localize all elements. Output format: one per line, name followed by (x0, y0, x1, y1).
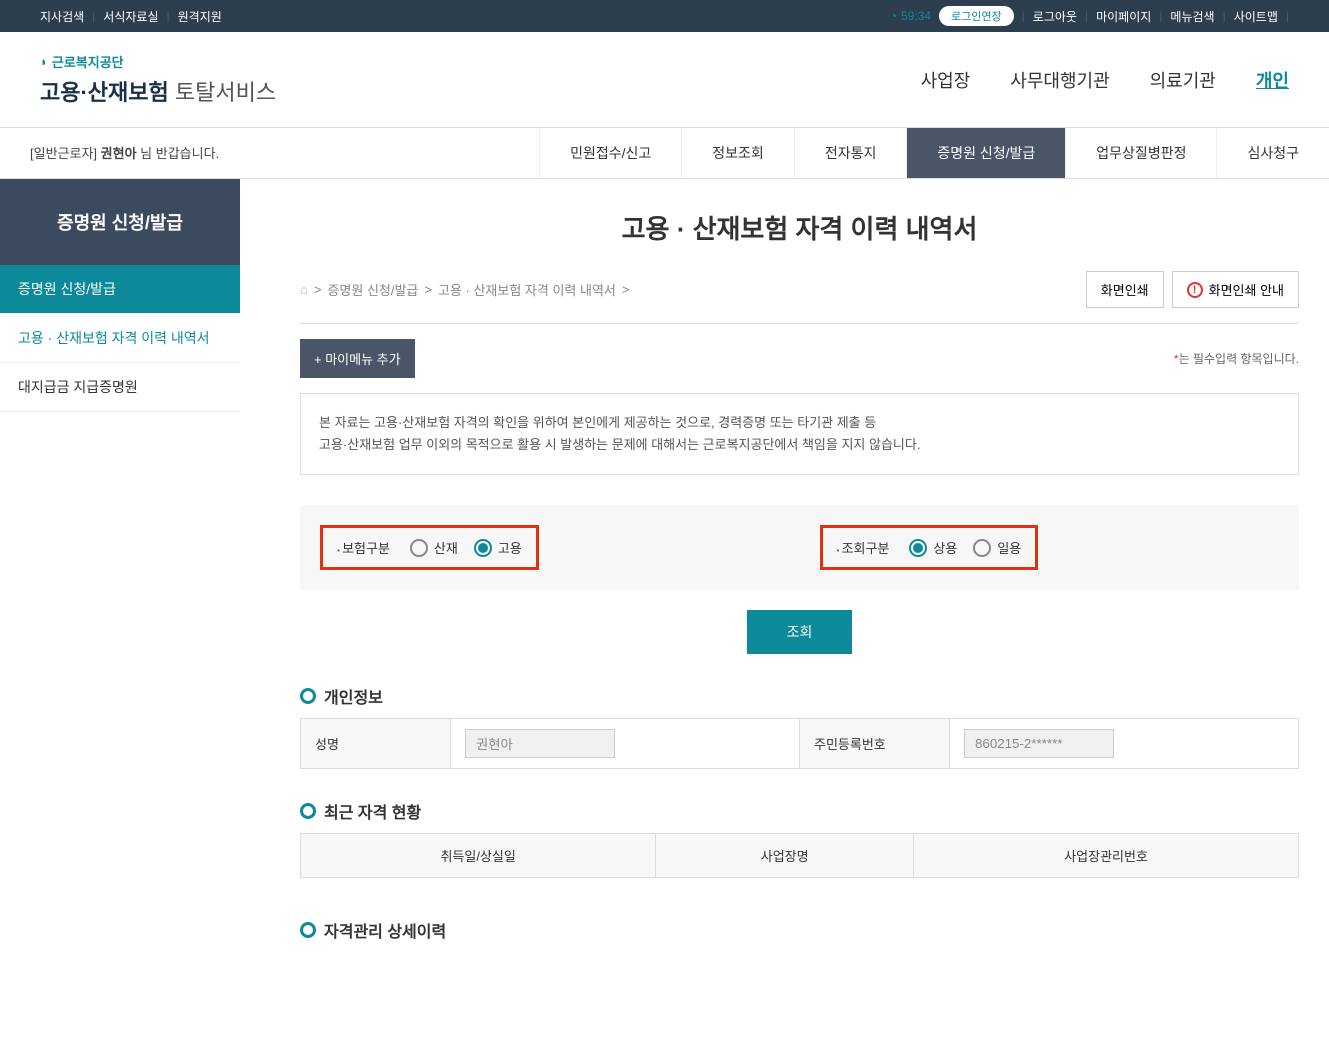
subnav-notice[interactable]: 전자통지 (794, 128, 907, 178)
top-link-logout[interactable]: 로그아웃 (1033, 8, 1077, 25)
input-rrn (964, 729, 1114, 758)
section-recent-status: 최근 자격 현황 (300, 799, 1299, 823)
session-timer: ◔59:34 (890, 9, 931, 23)
logo[interactable]: ◗근로복지공단 고용·산재보험 토탈서비스 (40, 52, 276, 107)
top-link-remote[interactable]: 원격지원 (178, 8, 222, 25)
sidebar-item-history[interactable]: 고용 · 산재보험 자격 이력 내역서 (0, 314, 240, 363)
sidebar: 증명원 신청/발급 증명원 신청/발급 고용 · 산재보험 자격 이력 내역서 … (0, 179, 240, 1052)
sidebar-item-cert[interactable]: 증명원 신청/발급 (0, 265, 240, 314)
print-guide-button[interactable]: !화면인쇄 안내 (1172, 271, 1299, 308)
filter-label-query: 조회구분 (837, 538, 890, 557)
subnav-disease[interactable]: 업무상질병판정 (1065, 128, 1216, 178)
radio-ilyong[interactable]: 일용 (973, 538, 1021, 557)
label-name: 성명 (301, 719, 451, 769)
top-bar: 지사검색| 서식자료실| 원격지원 ◔59:34 로그인연장| 로그아웃| 마이… (0, 0, 1329, 32)
page-title: 고용 · 산재보험 자격 이력 내역서 (300, 209, 1299, 246)
nav-workplace[interactable]: 사업장 (921, 67, 971, 93)
recent-status-table: 취득일/상실일 사업장명 사업장관리번호 (300, 833, 1299, 878)
add-mymenu-button[interactable]: + 마이메뉴 추가 (300, 339, 415, 378)
label-rrn: 주민등록번호 (800, 719, 950, 769)
filter-row: 보험구분 산재 고용 조회구분 상용 일용 (300, 505, 1299, 590)
notice-box: 본 자료는 고용·산재보험 자격의 확인을 위하여 본인에게 제공하는 것으로,… (300, 393, 1299, 475)
home-icon[interactable]: ⌂ (300, 282, 308, 297)
top-link-mypage[interactable]: 마이페이지 (1096, 8, 1151, 25)
radio-goyong[interactable]: 고용 (474, 538, 522, 557)
header: ◗근로복지공단 고용·산재보험 토탈서비스 사업장 사무대행기관 의료기관 개인 (0, 32, 1329, 128)
col-date: 취득일/상실일 (301, 834, 656, 878)
required-note: *는 필수입력 항목입니다. (1174, 350, 1299, 367)
sub-header: [일반근로자] 권현아 님 반갑습니다. 민원접수/신고 정보조회 전자통지 증… (0, 128, 1329, 179)
top-link-sitemap[interactable]: 사이트맵 (1234, 8, 1278, 25)
search-button[interactable]: 조회 (747, 610, 853, 654)
section-detail-history: 자격관리 상세이력 (300, 918, 1299, 942)
subnav-info[interactable]: 정보조회 (681, 128, 794, 178)
subnav-cert[interactable]: 증명원 신청/발급 (906, 128, 1065, 178)
welcome-message: [일반근로자] 권현아 님 반갑습니다. (0, 128, 249, 178)
filter-insurance-type: 보험구분 산재 고용 (320, 525, 539, 570)
top-link-branch[interactable]: 지사검색 (40, 8, 84, 25)
top-link-forms[interactable]: 서식자료실 (103, 8, 158, 25)
input-name (465, 729, 615, 758)
nav-agency[interactable]: 사무대행기관 (1010, 67, 1109, 93)
breadcrumb: ⌂ > 증명원 신청/발급 > 고용 · 산재보험 자격 이력 내역서 > (300, 280, 629, 299)
logo-icon: ◗ (40, 54, 48, 69)
nav-individual[interactable]: 개인 (1256, 67, 1289, 93)
col-number: 사업장관리번호 (914, 834, 1299, 878)
filter-label-insurance: 보험구분 (337, 538, 390, 557)
nav-medical[interactable]: 의료기관 (1150, 67, 1216, 93)
clock-icon: ◔ (890, 9, 897, 23)
top-link-menusearch[interactable]: 메뉴검색 (1170, 8, 1214, 25)
radio-sanjae[interactable]: 산재 (410, 538, 458, 557)
info-icon: ! (1187, 282, 1203, 298)
sub-nav: 민원접수/신고 정보조회 전자통지 증명원 신청/발급 업무상질병판정 심사청구 (539, 128, 1329, 178)
sidebar-item-payment[interactable]: 대지급금 지급증명원 (0, 363, 240, 412)
radio-sangyong[interactable]: 상용 (909, 538, 957, 557)
main-content: 고용 · 산재보험 자격 이력 내역서 ⌂ > 증명원 신청/발급 > 고용 ·… (240, 179, 1329, 1052)
subnav-civil[interactable]: 민원접수/신고 (539, 128, 681, 178)
personal-info-table: 성명 주민등록번호 (300, 718, 1299, 769)
filter-query-type: 조회구분 상용 일용 (820, 525, 1039, 570)
col-workplace: 사업장명 (656, 834, 914, 878)
print-button[interactable]: 화면인쇄 (1086, 271, 1164, 308)
login-extend-button[interactable]: 로그인연장 (939, 6, 1014, 26)
subnav-review[interactable]: 심사청구 (1216, 128, 1329, 178)
main-nav: 사업장 사무대행기관 의료기관 개인 (921, 67, 1289, 93)
sidebar-title: 증명원 신청/발급 (0, 179, 240, 265)
section-personal-info: 개인정보 (300, 684, 1299, 708)
